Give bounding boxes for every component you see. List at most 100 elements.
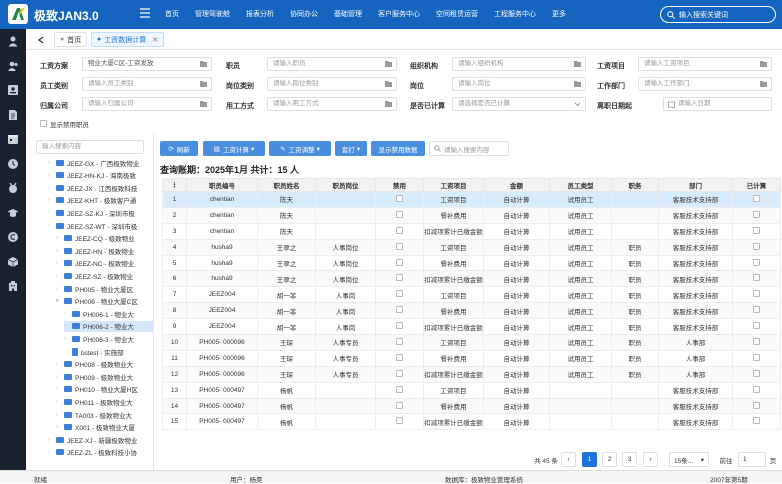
chevron-down-icon[interactable]: ▾ [56,298,64,304]
tree-node[interactable]: › JEEZ-HN-KJ - 海南极致 [48,170,153,181]
medal-icon[interactable] [7,182,19,194]
chevron-right-icon[interactable]: › [48,223,56,229]
post-category-input[interactable]: 请输入岗位类别 [267,77,397,91]
post-input[interactable]: 请输入岗位 [452,77,586,91]
clock-icon[interactable] [7,158,19,170]
tree-node[interactable]: › PH010 - 物业大厦H区 [56,384,153,395]
department-input[interactable]: 请输入工作部门 [638,77,772,91]
tree-node[interactable]: › JEEZ-CQ - 极致物业 [56,233,153,244]
copyright-icon[interactable] [7,231,19,243]
page-size-select[interactable]: 15条... ▾ [669,452,709,467]
column-header[interactable]: 职员岗位 [315,178,376,192]
nav-space[interactable]: 空间租赁运营 [428,0,486,29]
column-header[interactable]: 已计算 [732,178,781,192]
goto-page-input[interactable]: 1 [738,452,766,467]
grid-search-input[interactable]: 请输入搜索内容 [429,141,509,156]
chevron-right-icon[interactable]: › [64,336,72,342]
tree-node[interactable]: › JEEZ-SZ-WT - 深圳市极 [48,220,153,231]
page-3-button[interactable]: 3 [622,452,637,467]
calculated-checkbox[interactable] [753,258,760,266]
tree-node[interactable]: › JEEZ-GX - 广西极致物业 [48,157,153,168]
calculated-checkbox[interactable] [753,242,760,250]
tab-home[interactable]: ● 首页 [54,32,88,47]
chevron-right-icon[interactable]: › [48,449,56,455]
calculated-checkbox[interactable] [753,226,760,234]
tree-node[interactable]: › PH008 - 极致物业大 [56,359,153,370]
calculated-checkbox[interactable] [753,210,760,218]
salary-item-input[interactable]: 请输入工资项目 [638,57,772,71]
column-header[interactable]: 员工类型 [549,178,612,192]
disabled-checkbox[interactable] [396,306,403,314]
chevron-right-icon[interactable]: › [56,361,64,367]
calendar-icon[interactable] [7,133,19,145]
tree-node[interactable]: › X001 - 极致物业大厦 [56,422,153,433]
user-icon[interactable] [7,35,19,47]
is-calculated-select[interactable]: 请选择是否已计算 [452,97,586,111]
nav-customer[interactable]: 客户服务中心 [370,0,428,29]
nav-more[interactable]: 更多 [544,0,574,29]
chevron-right-icon[interactable]: › [56,412,64,418]
page-2-button[interactable]: 2 [602,452,617,467]
table-row[interactable]: 15 PH005- 000497 杨帆 扣减项累计已缴金额 自动计算 客服技术支持部 [162,413,781,431]
column-menu-icon[interactable]: ⋮ [162,178,187,192]
calculated-checkbox[interactable] [753,290,760,298]
prev-page-button[interactable]: ‹ [561,452,576,467]
id-card-icon[interactable] [7,84,19,96]
table-row[interactable]: 2 chentian 陈天 餐补费用 自动计算 试用员工 客服技术支持部 [162,206,781,224]
page-1-button[interactable]: 1 [582,452,597,467]
disabled-checkbox[interactable] [396,210,403,218]
nav-basic[interactable]: 基础管理 [326,0,370,29]
leave-date-input[interactable]: 请输入日期 [663,97,772,111]
employee-category-input[interactable]: 请输入员工类别 [82,77,212,91]
calculated-checkbox[interactable] [753,337,760,345]
tree-node[interactable]: ▾ PH006 - 物业大厦C区 [56,296,153,307]
chevron-right-icon[interactable]: › [64,311,72,317]
disabled-checkbox[interactable] [396,417,403,425]
chevron-right-icon[interactable]: › [48,172,56,178]
building-icon[interactable] [7,280,19,292]
nav-collab[interactable]: 协同办公 [282,0,326,29]
column-header[interactable]: 禁用 [375,178,424,192]
tree-node[interactable]: › JEEZ-SZ-KJ - 深圳市极 [48,207,153,218]
disabled-checkbox[interactable] [396,274,403,282]
disabled-checkbox[interactable] [396,194,403,202]
tree-node[interactable]: › JEEZ-NC - 极致物业 [56,258,153,269]
salary-calc-button[interactable]: ▤ 工资计算 ▾ [203,141,265,156]
nav-cockpit[interactable]: 管理驾驶舱 [187,0,238,29]
table-row[interactable]: 13 PH005- 000497 杨帆 工资项目 自动计算 客服技术支持部 [162,381,781,399]
salary-plan-select[interactable]: 物业大厦C区-工资发放 [82,57,212,71]
disabled-checkbox[interactable] [396,369,403,377]
table-row[interactable]: 8 JEEZ004 胡一菲 人事岗 餐补费用 自动计算 试用员工 职员 客服技术支持部 [162,302,781,320]
column-header[interactable]: 部门 [658,178,733,192]
tree-node[interactable]: › JEEZ-SZ - 极致物业 [56,270,153,281]
table-row[interactable]: 12 PH005- 000096 王琛 人事专员 扣减项累计已缴金额 自动计算 试用员工 职员… [162,365,781,383]
disabled-checkbox[interactable] [396,322,403,330]
calculated-checkbox[interactable] [753,194,760,202]
tree-node[interactable]: › PH005 - 物业大厦区 [56,283,153,294]
calculated-checkbox[interactable] [753,369,760,377]
calculated-checkbox[interactable] [753,385,760,393]
chevron-right-icon[interactable]: › [48,185,56,191]
show-disabled-data-button[interactable]: 显示禁用数据 [371,141,425,156]
package-icon[interactable] [7,256,19,268]
back-arrow-icon[interactable] [38,36,44,44]
disabled-checkbox[interactable] [396,290,403,298]
nav-engineering[interactable]: 工程服务中心 [486,0,544,29]
table-row[interactable]: 14 PH005- 000497 杨帆 餐补费用 自动计算 客服技术支持部 [162,397,781,415]
nav-home[interactable]: 首页 [157,0,187,29]
menu-toggle-icon[interactable] [140,8,150,18]
chevron-right-icon[interactable]: › [56,374,64,380]
column-header[interactable]: 职员编号 [186,178,258,192]
employee-input[interactable]: 请输入职员 [267,57,397,71]
chevron-right-icon[interactable]: › [56,386,64,392]
disabled-checkbox[interactable] [396,258,403,266]
tree-node[interactable]: › JEEZ-JX - 江西极致科技 [48,182,153,193]
chevron-right-icon[interactable]: › [56,424,64,430]
graduation-cap-icon[interactable] [7,207,19,219]
calculated-checkbox[interactable] [753,417,760,425]
table-row[interactable]: 7 JEEZ004 胡一菲 人事岗 工资项目 自动计算 试用员工 职员 客服技术支持部 [162,286,781,304]
tree-node[interactable]: › TA003 - 极致物业大 [56,409,153,420]
tree-node[interactable]: › JEEZ-XJ - 新疆极致物业 [48,434,153,445]
chevron-right-icon[interactable]: › [56,248,64,254]
employment-type-input[interactable]: 请输入用工方式 [267,97,397,111]
